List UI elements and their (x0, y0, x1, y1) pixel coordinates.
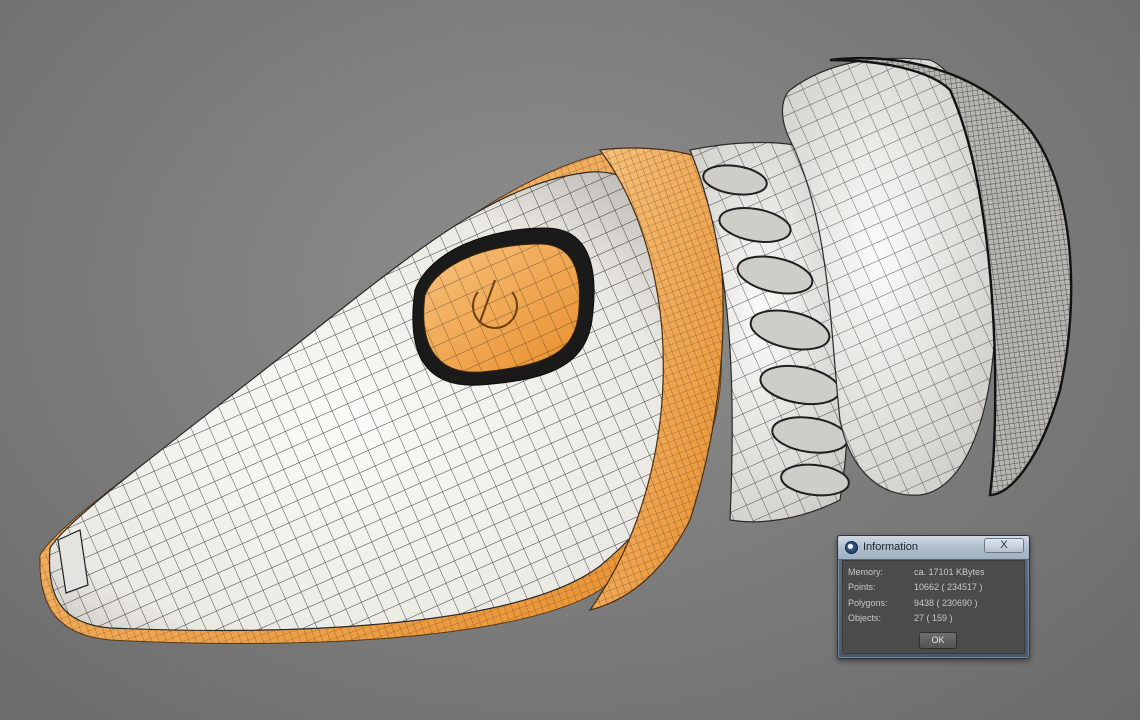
objects-value: 27 ( 159 ) (914, 613, 953, 623)
objects-label: Objects: (848, 613, 882, 623)
cinema4d-icon (845, 541, 858, 554)
memory-value: ca. 17101 KBytes (914, 567, 985, 577)
points-label: Points: (848, 582, 876, 592)
close-button[interactable]: X (984, 538, 1024, 553)
polygons-value: 9438 ( 230690 ) (914, 598, 978, 608)
information-dialog: Information X Memory: ca. 17101 KBytes P… (837, 535, 1030, 659)
points-value: 10662 ( 234517 ) (914, 582, 983, 592)
polygons-label: Polygons: (848, 598, 888, 608)
ok-button[interactable]: OK (919, 632, 957, 649)
memory-label: Memory: (848, 567, 884, 577)
dialog-body: Memory: ca. 17101 KBytes Points: 10662 (… (842, 560, 1025, 654)
dialog-titlebar[interactable]: Information X (838, 536, 1029, 560)
dialog-title: Information (863, 541, 919, 553)
